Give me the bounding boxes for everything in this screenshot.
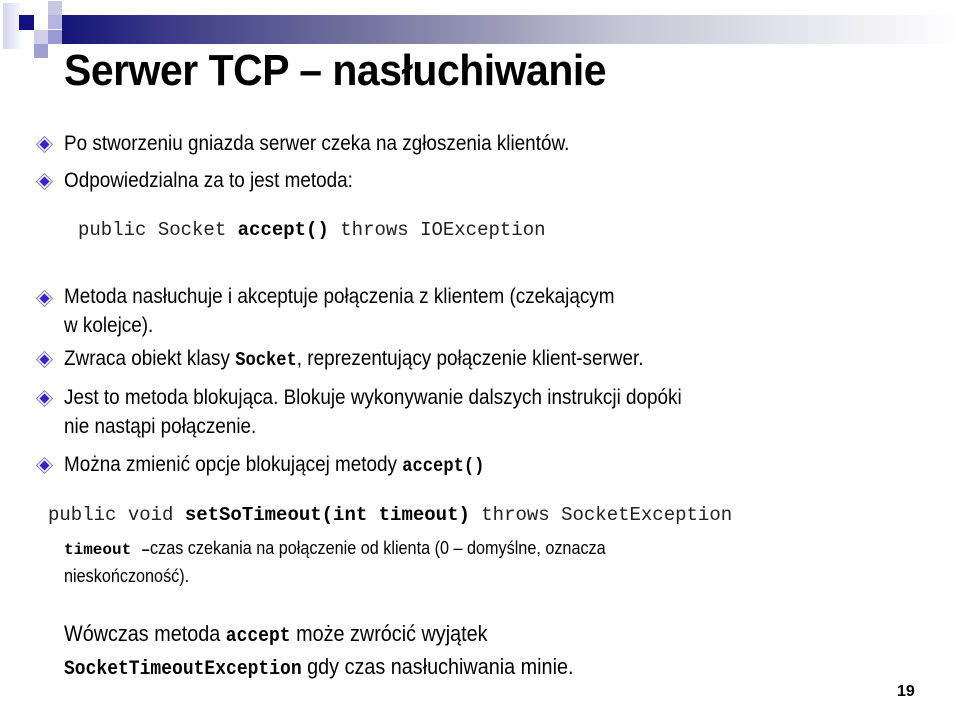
bullet-text-4-post: , reprezentujący połączenie klient-serwe… bbox=[296, 347, 644, 370]
bullet-text: Po stworzeniu gniazda serwer czeka na zg… bbox=[64, 131, 625, 157]
closing-post: może zwrócić wyjątek bbox=[290, 621, 488, 646]
diamond-bullet-icon bbox=[36, 351, 53, 368]
bullet-text: Można zmienić opcje blokującej metody ac… bbox=[64, 452, 531, 479]
bullet-text-4-pre: Zwraca obiekt klasy bbox=[64, 347, 236, 370]
diamond-bullet-icon bbox=[36, 136, 53, 153]
bullet-text-5-line1: Jest to metoda blokująca. Blokuje wykony… bbox=[64, 386, 682, 409]
accept-signature: public Socket accept() throws IOExceptio… bbox=[78, 217, 546, 243]
diamond-bullet-icon bbox=[36, 457, 53, 474]
inline-code: accept() bbox=[402, 455, 485, 477]
closing-text: Wówczas metoda accept może zwrócić wyjąt… bbox=[64, 620, 535, 651]
bullet-text-6-pre: Można zmienić opcje blokującej metody bbox=[64, 453, 403, 476]
bullet-text-1: Po stworzeniu gniazda serwer czeka na zg… bbox=[64, 132, 570, 155]
bullet-text: Metoda nasłuchuje i akceptuje połączenia… bbox=[64, 284, 676, 310]
param-note: timeout – czas czekania na połączenie od… bbox=[64, 535, 657, 563]
diamond-bullet-icon bbox=[36, 390, 53, 407]
inline-code: accept bbox=[225, 625, 291, 648]
diamond-bullet-icon bbox=[36, 290, 53, 307]
settimeout-signature: public void setSoTimeout(int timeout) th… bbox=[48, 502, 732, 528]
bullet-text-5-line2: nie nastąpi połączenie. bbox=[64, 415, 257, 438]
bullet-text: Jest to metoda blokująca. Blokuje wykony… bbox=[64, 385, 750, 411]
closing-post2: gdy czas nasłuchiwania minie. bbox=[301, 654, 574, 679]
code-throws: throws IOException bbox=[328, 219, 546, 241]
param-note-line2: nieskończoność). bbox=[64, 566, 190, 586]
param-note-line1: czas czekania na połączenie od klienta (… bbox=[150, 538, 607, 558]
bullet-text: Odpowiedzialna za to jest metoda: bbox=[64, 168, 385, 194]
bullet-text-3-line1: Metoda nasłuchuje i akceptuje połączenia… bbox=[64, 285, 615, 308]
diamond-bullet-icon bbox=[36, 173, 53, 190]
code-method: accept() bbox=[237, 219, 329, 241]
code-method: setSoTimeout(int timeout) bbox=[184, 504, 470, 526]
param-name: timeout – bbox=[64, 541, 151, 559]
bullet-text: Zwraca obiekt klasy Socket, reprezentują… bbox=[64, 346, 708, 373]
closing-text: SocketTimeoutException gdy czas nasłuchi… bbox=[64, 653, 630, 684]
bullet-text: w kolejce). bbox=[64, 313, 163, 339]
closing-pre: Wówczas metoda bbox=[64, 621, 226, 646]
bullet-text: nie nastąpi połączenie. bbox=[64, 414, 278, 440]
bullet-text-3-line2: w kolejce). bbox=[64, 314, 154, 337]
bullet-text-2: Odpowiedzialna za to jest metoda: bbox=[64, 169, 353, 192]
slide-body: Po stworzeniu gniazda serwer czeka na zg… bbox=[0, 0, 960, 705]
param-note: nieskończoność). bbox=[64, 563, 203, 589]
inline-code: SocketTimeoutException bbox=[64, 658, 302, 681]
code-keywords: public Socket bbox=[78, 219, 238, 241]
code-throws: throws SocketException bbox=[469, 504, 733, 526]
code-keywords: public void bbox=[48, 504, 185, 526]
inline-code: Socket bbox=[235, 349, 297, 371]
page-number: 19 bbox=[897, 683, 915, 700]
